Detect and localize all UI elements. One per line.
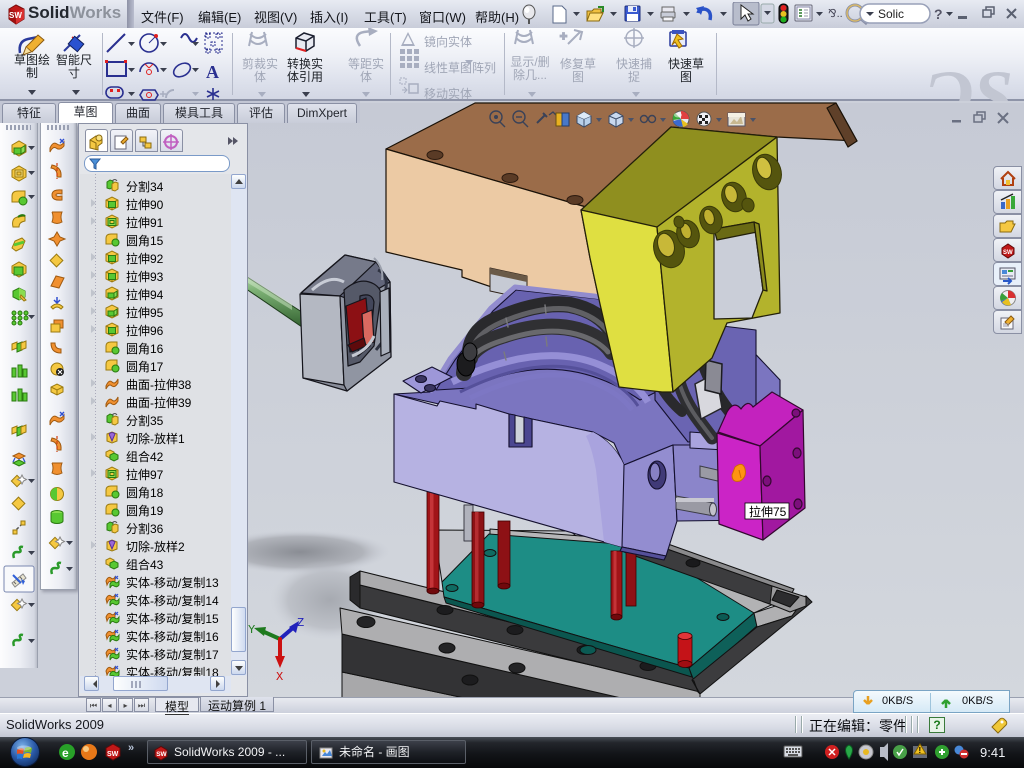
svg-text:SW: SW: [156, 751, 167, 758]
svg-text:Z: Z: [297, 616, 304, 630]
svg-text:Y: Y: [248, 623, 255, 637]
svg-text:SW: SW: [9, 11, 22, 20]
svg-text:9:41: 9:41: [980, 745, 1005, 760]
svg-text:SW: SW: [1003, 250, 1013, 256]
svg-text:Solic: Solic: [878, 7, 904, 21]
svg-text:⅋..: ⅋..: [828, 8, 843, 20]
svg-text:!: !: [919, 746, 922, 755]
svg-text:拉伸75: 拉伸75: [749, 504, 787, 519]
svg-text:e: e: [62, 746, 69, 760]
svg-text:SW: SW: [107, 751, 119, 758]
svg-text:X: X: [276, 670, 283, 684]
svg-text:»: »: [128, 742, 134, 754]
svg-text:?: ?: [934, 6, 943, 22]
